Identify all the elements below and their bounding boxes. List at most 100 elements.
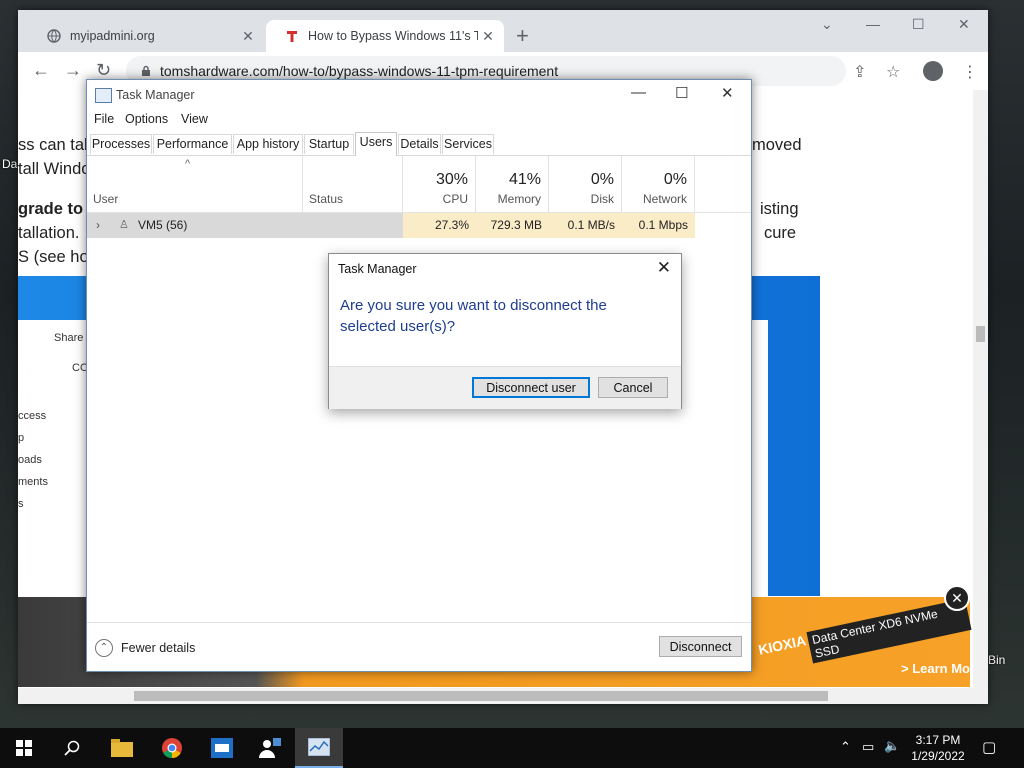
column-memory[interactable]: 41% Memory (476, 156, 549, 212)
close-window-icon[interactable]: ✕ (721, 84, 734, 102)
close-dialog-icon[interactable]: ✕ (657, 258, 671, 278)
cancel-button[interactable]: Cancel (598, 377, 668, 398)
tab-services[interactable]: Services (442, 134, 494, 154)
menu-options[interactable]: Options (125, 112, 168, 126)
vertical-scrollbar[interactable] (973, 90, 988, 688)
table-row[interactable]: › ♙ VM5 (56) 27.3% 729.3 MB 0.1 MB/s 0.1… (87, 213, 695, 238)
ad-learn-more-link[interactable]: > Learn Mo (901, 661, 970, 676)
article-text: tallation. (18, 224, 80, 242)
memory-value: 729.3 MB (476, 213, 549, 238)
profile-avatar[interactable] (923, 61, 943, 81)
explorer-nav-item: p (18, 432, 25, 444)
disk-value: 0.1 MB/s (549, 213, 622, 238)
tab-users[interactable]: Users (355, 132, 397, 156)
taskbar: ⌃ ▭ 🔈 3:17 PM 1/29/2022 ▢ (0, 728, 1024, 768)
clock-date: 1/29/2022 (911, 749, 965, 763)
article-text: S (see ho (18, 248, 89, 266)
scrollbar-thumb[interactable] (976, 326, 985, 342)
tab-title: myipadmini.org (70, 29, 155, 43)
forward-icon[interactable]: → (64, 60, 82, 80)
menu-kebab-icon[interactable]: ⋮ (962, 62, 978, 82)
explorer-nav-item: ccess (18, 410, 47, 422)
task-manager-titlebar[interactable]: Task Manager — ☐ ✕ (87, 80, 751, 109)
close-tab-icon[interactable]: ✕ (238, 28, 258, 45)
explorer-nav-item: oads (18, 454, 42, 466)
tab-startup[interactable]: Startup (304, 134, 354, 154)
disconnect-button[interactable]: Disconnect (659, 636, 742, 657)
scrollbar-thumb[interactable] (134, 691, 828, 701)
bookmark-star-icon[interactable]: ☆ (886, 62, 900, 82)
url-text: tomshardware.com/how-to/bypass-windows-1… (160, 63, 559, 79)
chevron-up-icon: ⌃ (95, 639, 113, 657)
file-explorer-icon[interactable] (98, 728, 146, 768)
tab-processes[interactable]: Processes (90, 134, 152, 154)
tab-details[interactable]: Details (398, 134, 441, 154)
ad-product: Data Center XD6 NVMe SSD (806, 598, 972, 664)
server-manager-icon[interactable] (198, 728, 246, 768)
column-cpu[interactable]: 30% CPU (403, 156, 476, 212)
recycle-bin-label[interactable]: Bin (988, 653, 1005, 667)
article-text: ss can tak (18, 136, 93, 154)
menu-view[interactable]: View (181, 112, 208, 126)
new-tab-button[interactable]: + (516, 24, 529, 48)
show-hidden-icons-icon[interactable]: ⌃ (840, 739, 851, 755)
column-label: Status (309, 192, 344, 206)
network-icon[interactable]: ▭ (862, 739, 874, 755)
menu-file[interactable]: File (94, 112, 114, 126)
dialog-button-bar: Disconnect user Cancel (329, 366, 681, 409)
back-icon[interactable]: ← (32, 60, 50, 80)
task-manager-footer: ⌃ Fewer details Disconnect (87, 622, 751, 672)
cpu-value: 27.3% (403, 213, 476, 238)
minimize-icon[interactable]: — (866, 16, 880, 32)
dialog-title: Task Manager (338, 262, 417, 276)
tab-search-icon[interactable]: ⌄ (821, 16, 833, 33)
article-text: moved (752, 136, 802, 154)
column-headers: ^ User Status 30% CPU 41% Memory 0% Disk… (87, 156, 751, 213)
column-network[interactable]: 0% Network (622, 156, 695, 212)
article-text: tall Windo (18, 160, 91, 178)
volume-muted-icon[interactable]: 🔈 (884, 738, 900, 754)
horizontal-scrollbar[interactable] (18, 688, 988, 704)
column-label: Memory (497, 192, 541, 206)
browser-tab-tomshardware[interactable]: How to Bypass Windows 11's TPM ✕ (266, 20, 504, 52)
user-icon: ♙ (119, 219, 129, 231)
system-clock[interactable]: 3:17 PM 1/29/2022 (906, 732, 970, 764)
sort-ascending-icon: ^ (185, 158, 191, 170)
task-manager-tabs: Processes Performance App history Startu… (87, 132, 751, 156)
close-window-icon[interactable]: ✕ (958, 16, 970, 33)
lock-icon (142, 65, 150, 76)
users-icon[interactable] (246, 728, 294, 768)
maximize-icon[interactable]: ☐ (912, 16, 925, 33)
share-icon[interactable]: ⇪ (853, 62, 866, 82)
task-manager-taskbar-icon[interactable] (295, 728, 343, 768)
memory-total: 41% (508, 171, 541, 188)
column-status[interactable]: Status (303, 156, 403, 212)
tab-performance[interactable]: Performance (153, 134, 232, 154)
close-tab-icon[interactable]: ✕ (478, 28, 498, 45)
fewer-details-button[interactable]: ⌃ Fewer details (95, 639, 195, 657)
start-button[interactable] (0, 728, 48, 768)
ad-close-icon[interactable]: ✕ (944, 585, 970, 611)
maximize-icon[interactable]: ☐ (675, 84, 688, 102)
desktop-icon-label[interactable]: Da (2, 157, 17, 171)
tab-app-history[interactable]: App history (233, 134, 303, 154)
article-text: grade to (18, 200, 84, 218)
chrome-icon[interactable] (148, 728, 196, 768)
confirm-dialog: Task Manager ✕ Are you sure you want to … (328, 253, 682, 409)
menu-bar: File Options View (87, 109, 751, 131)
network-total: 0% (663, 171, 687, 188)
column-label: Network (642, 192, 687, 206)
explorer-nav-item: ments (18, 476, 48, 488)
article-text: cure (764, 224, 797, 242)
expand-chevron-icon[interactable]: › (96, 213, 100, 238)
minimize-icon[interactable]: — (631, 84, 646, 101)
globe-icon (46, 28, 62, 44)
search-icon[interactable] (48, 728, 96, 768)
disconnect-user-button[interactable]: Disconnect user (472, 377, 590, 398)
browser-tab-myipadmini[interactable]: myipadmini.org ✕ (28, 20, 264, 52)
windows-logo-icon (16, 740, 32, 756)
column-user[interactable]: ^ User (87, 156, 303, 212)
notifications-icon[interactable]: ▢ (982, 738, 996, 756)
reload-icon[interactable]: ↻ (96, 60, 111, 80)
column-disk[interactable]: 0% Disk (549, 156, 622, 212)
